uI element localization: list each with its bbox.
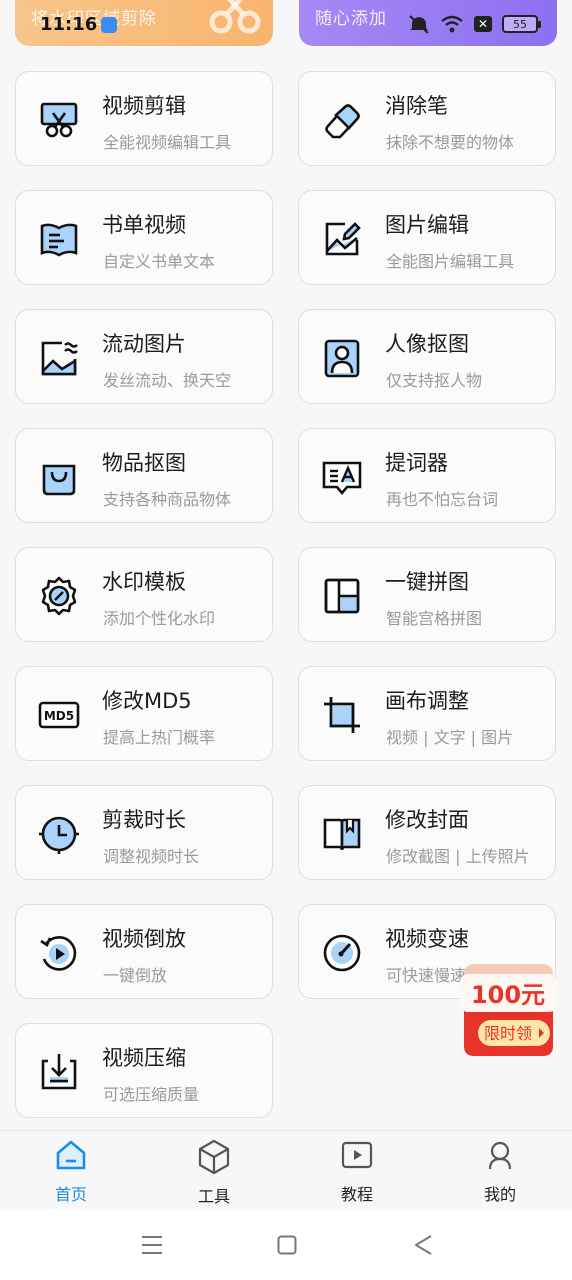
tool-card-trim-duration[interactable]: 剪裁时长 调整视频时长: [15, 785, 273, 880]
gear-icon: [41, 576, 77, 616]
clock-icon: [39, 816, 79, 854]
tool-card-reverse-video[interactable]: 视频倒放 一键倒放: [15, 904, 273, 999]
card-subtitle: 自定义书单文本: [103, 252, 216, 271]
card-subtitle: 调整视频时长: [103, 847, 200, 866]
mute-icon: [409, 15, 429, 34]
card-title: 修改MD5: [102, 689, 192, 713]
tool-card-collage[interactable]: 一键拼图 智能宫格拼图: [298, 547, 556, 642]
bottom-nav: 首页 工具 教程 我的: [0, 1130, 572, 1210]
open-book-icon: [323, 818, 361, 851]
card-subtitle: 支持各种商品物体: [103, 490, 232, 509]
coupon-envelope-icon: 100元 限时领: [460, 964, 557, 1056]
tool-card-video-compress[interactable]: 视频压缩 可选压缩质量: [15, 1023, 273, 1118]
teleprompter-icon: [322, 461, 362, 496]
promo-coupon-badge[interactable]: 100元 限时领: [460, 962, 557, 1058]
card-title: 人像抠图: [385, 332, 469, 356]
tool-card-image-edit[interactable]: 图片编辑 全能图片编辑工具: [298, 190, 556, 285]
card-subtitle: 抹除不想要的物体: [386, 133, 515, 152]
card-title: 水印模板: [102, 570, 186, 594]
tool-card-eraser[interactable]: 消除笔 抹除不想要的物体: [298, 71, 556, 166]
md5-icon: MD5: [38, 701, 80, 729]
promo-label: 限时领: [484, 1024, 532, 1043]
card-title: 图片编辑: [385, 213, 469, 237]
sim-off-icon: ✕: [474, 16, 492, 32]
back-icon[interactable]: [413, 1234, 433, 1256]
status-icons: ✕ 55: [408, 12, 541, 36]
image-edit-icon: [325, 222, 361, 256]
home-square-icon[interactable]: [277, 1235, 297, 1255]
card-subtitle: 修改截图 | 上传照片: [386, 847, 530, 866]
card-title: 画布调整: [385, 689, 469, 713]
tool-card-booklist-video[interactable]: 书单视频 自定义书单文本: [15, 190, 273, 285]
download-compress-icon: [41, 1054, 77, 1090]
card-title: 流动图片: [102, 332, 186, 356]
card-subtitle: 全能图片编辑工具: [386, 252, 515, 271]
tool-card-portrait-cutout[interactable]: 人像抠图 仅支持抠人物: [298, 309, 556, 404]
flow-image-icon: [41, 341, 78, 376]
status-time: 11:16: [40, 14, 98, 35]
card-title: 消除笔: [385, 94, 448, 118]
speedometer-icon: [323, 934, 361, 972]
promo-amount: 100元: [471, 981, 545, 1009]
card-subtitle: 全能视频编辑工具: [103, 133, 232, 152]
book-icon: [40, 223, 78, 257]
tool-card-modify-cover[interactable]: 修改封面 修改截图 | 上传照片: [298, 785, 556, 880]
reverse-play-icon: [40, 936, 77, 971]
tool-card-modify-md5[interactable]: MD5 修改MD5 提高上热门概率: [15, 666, 273, 761]
shopping-bag-icon: [42, 464, 76, 496]
card-title: 视频压缩: [102, 1046, 186, 1070]
nav-label: 教程: [340, 1185, 373, 1204]
card-subtitle: 再也不怕忘台词: [386, 490, 499, 509]
card-subtitle: 可选压缩质量: [103, 1085, 200, 1104]
video-scissors-icon: [40, 102, 78, 138]
md5-icon-label: MD5: [44, 709, 74, 723]
tool-card-video-edit[interactable]: 视频剪辑 全能视频编辑工具: [15, 71, 273, 166]
battery-icon: 55: [502, 15, 541, 33]
tool-card-flow-image[interactable]: 流动图片 发丝流动、换天空: [15, 309, 273, 404]
collage-grid-icon: [324, 578, 360, 614]
card-subtitle: 发丝流动、换天空: [103, 371, 232, 390]
card-subtitle: 视频 | 文字 | 图片: [386, 728, 514, 747]
card-title: 视频倒放: [102, 927, 186, 951]
system-nav-bar: [0, 1210, 572, 1280]
portrait-icon: [324, 339, 360, 378]
nav-tutorials[interactable]: 教程: [307, 1131, 407, 1211]
nav-label: 首页: [54, 1185, 87, 1204]
card-title: 一键拼图: [385, 570, 469, 594]
nav-home[interactable]: 首页: [21, 1131, 121, 1211]
nav-tools[interactable]: 工具: [164, 1131, 264, 1211]
cube-icon: [198, 1139, 230, 1175]
card-subtitle: 一键倒放: [103, 966, 168, 985]
scissors-icon: [209, 0, 261, 34]
wifi-icon: [441, 15, 463, 33]
eraser-icon: [325, 104, 360, 139]
banner-right-text: 随心添加: [315, 9, 387, 29]
card-title: 提词器: [385, 451, 448, 475]
notification-icon: [101, 17, 117, 33]
menu-icon[interactable]: [141, 1235, 163, 1255]
person-icon: [488, 1141, 512, 1170]
card-title: 书单视频: [102, 213, 186, 237]
tool-card-canvas-adjust[interactable]: 画布调整 视频 | 文字 | 图片: [298, 666, 556, 761]
card-title: 视频变速: [385, 927, 469, 951]
card-subtitle: 添加个性化水印: [103, 609, 216, 628]
tool-card-object-cutout[interactable]: 物品抠图 支持各种商品物体: [15, 428, 273, 523]
card-title: 剪裁时长: [102, 808, 186, 832]
card-title: 物品抠图: [102, 451, 186, 475]
card-subtitle: 智能宫格拼图: [386, 609, 483, 628]
nav-label: 工具: [197, 1187, 230, 1206]
tool-card-watermark-template[interactable]: 水印模板 添加个性化水印: [15, 547, 273, 642]
tool-card-teleprompter[interactable]: 提词器 再也不怕忘台词: [298, 428, 556, 523]
play-tutorial-icon: [341, 1141, 373, 1169]
card-subtitle: 仅支持抠人物: [386, 371, 483, 390]
card-title: 修改封面: [385, 808, 469, 832]
card-title: 视频剪辑: [102, 94, 186, 118]
crop-icon: [324, 697, 360, 733]
card-subtitle: 提高上热门概率: [103, 728, 216, 747]
home-icon: [56, 1140, 86, 1170]
nav-profile[interactable]: 我的: [450, 1131, 550, 1211]
nav-label: 我的: [483, 1185, 516, 1204]
